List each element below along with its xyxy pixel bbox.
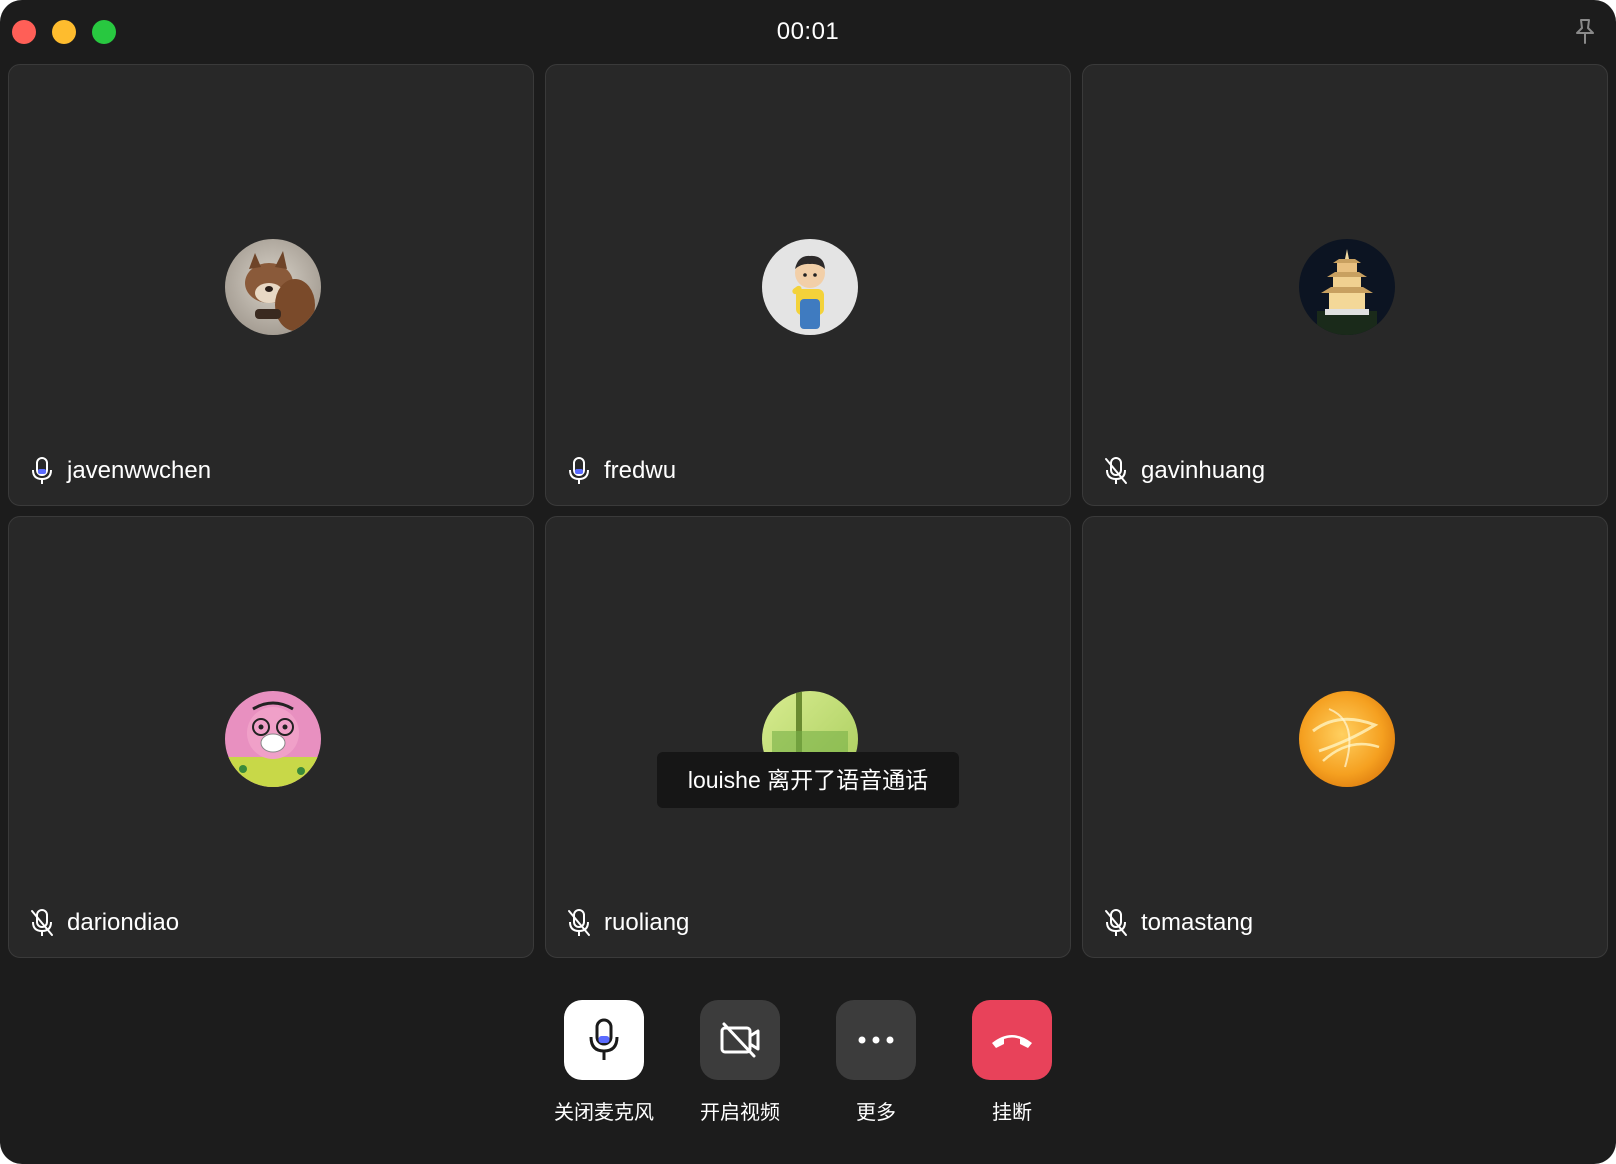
start-video-label: 开启视频 [700,1102,780,1124]
participant-name: gavinhuang [1141,457,1266,484]
microphone-muted-icon [1105,457,1127,484]
start-video-button[interactable] [700,1000,780,1080]
microphone-muted-icon [568,909,590,936]
microphone-icon [32,457,52,484]
more-dots-icon [858,1036,894,1044]
video-off-icon [720,1022,760,1058]
call-controls: 关闭麦克风 开启视频 更多 挂断 [0,1000,1616,1140]
avatar [1299,239,1395,335]
avatar [225,691,321,787]
more-label: 更多 [856,1102,896,1124]
hang-up-control[interactable]: 挂断 [957,1000,1067,1125]
call-window: 00:01 javenwwchen fredwu gavinhuang dari… [0,0,1616,1164]
participant-grid: javenwwchen fredwu gavinhuang dariondiao… [8,64,1608,960]
mute-microphone-control[interactable]: 关闭麦克风 [549,1000,659,1125]
start-video-control[interactable]: 开启视频 [685,1000,795,1125]
participant-name: dariondiao [67,909,180,936]
mute-microphone-button[interactable] [564,1000,644,1080]
hang-up-phone-icon [992,1035,1032,1048]
hang-up-button[interactable] [972,1000,1052,1080]
microphone-icon [589,1018,619,1060]
notification-toast: louishe 离开了语音通话 [657,752,959,808]
hang-up-label: 挂断 [992,1102,1032,1124]
participant-name: javenwwchen [67,457,212,484]
pin-icon[interactable] [1570,16,1600,46]
call-timer: 00:01 [776,18,840,45]
more-button[interactable] [836,1000,916,1080]
participant-tile[interactable]: gavinhuang [1082,64,1608,506]
avatar [762,239,858,335]
participant-name: ruoliang [604,909,690,936]
avatar [1299,691,1395,787]
mute-microphone-label: 关闭麦克风 [554,1102,654,1124]
participant-name: tomastang [1141,909,1254,936]
more-control[interactable]: 更多 [821,1000,931,1125]
participant-tile[interactable]: javenwwchen [8,64,534,506]
participant-tile[interactable]: dariondiao [8,516,534,958]
microphone-muted-icon [1105,909,1127,936]
title-bar: 00:01 [0,0,1616,64]
participant-tile[interactable]: fredwu [545,64,1071,506]
avatar [225,239,321,335]
participant-name: fredwu [604,457,677,484]
participant-tile[interactable]: ruoliang [545,516,1071,958]
microphone-icon [569,457,589,484]
participant-tile[interactable]: tomastang [1082,516,1608,958]
microphone-muted-icon [31,909,53,936]
